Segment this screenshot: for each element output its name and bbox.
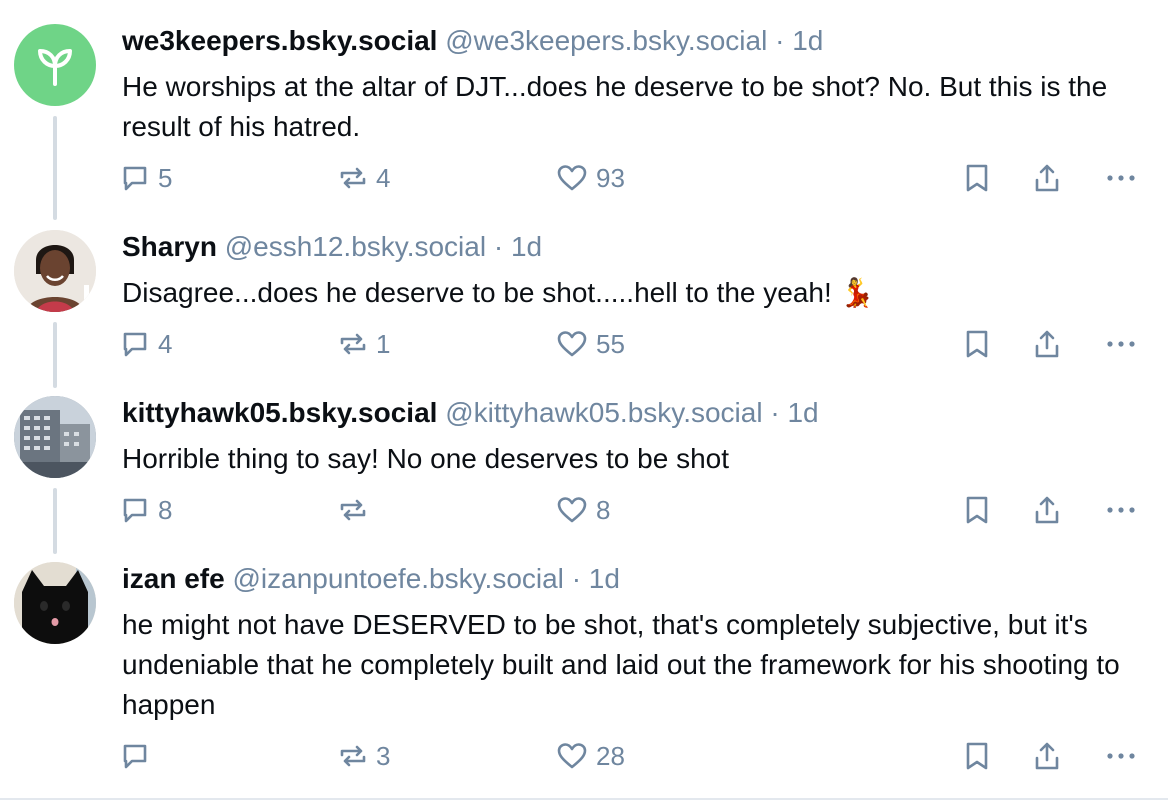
post-header: Sharyn @essh12.bsky.social · 1d: [122, 230, 542, 264]
more-options-icon: [1107, 175, 1135, 181]
share-button[interactable]: [1032, 492, 1062, 528]
repost-count: 3: [376, 740, 391, 771]
post-actions: 5 4 93: [0, 160, 1168, 196]
building-photo: [14, 396, 96, 478]
share-icon: [1035, 742, 1059, 770]
avatar[interactable]: [14, 230, 96, 312]
reply-button[interactable]: [120, 738, 158, 774]
reply-count: 5: [158, 162, 173, 193]
more-options-icon: [1107, 507, 1135, 513]
bookmark-icon: [966, 496, 988, 524]
more-options-button[interactable]: [1104, 738, 1138, 774]
black-cat-photo: [14, 562, 96, 644]
reply-count: 8: [158, 494, 173, 525]
post-actions: 8 8: [0, 492, 1168, 528]
heart-icon: [557, 497, 587, 523]
share-icon: [1035, 496, 1059, 524]
like-button[interactable]: 55: [556, 326, 625, 362]
reply-icon: [123, 166, 147, 191]
like-button[interactable]: 8: [556, 492, 610, 528]
divider: [0, 798, 1168, 800]
display-name[interactable]: Sharyn: [122, 231, 217, 262]
separator: ·: [493, 231, 504, 262]
heart-icon: [557, 165, 587, 191]
repost-count: 4: [376, 162, 391, 193]
heart-icon: [557, 331, 587, 357]
share-button[interactable]: [1032, 326, 1062, 362]
more-options-button[interactable]: [1104, 326, 1138, 362]
reply-button[interactable]: 8: [120, 492, 172, 528]
timestamp[interactable]: 1d: [792, 25, 823, 56]
bookmark-icon: [966, 330, 988, 358]
post-text: He worships at the altar of DJT...does h…: [122, 71, 1108, 142]
timestamp[interactable]: 1d: [787, 397, 818, 428]
handle[interactable]: @we3keepers.bsky.social: [445, 25, 767, 56]
repost-button[interactable]: 4: [338, 160, 390, 196]
bookmark-button[interactable]: [962, 160, 992, 196]
like-count: 8: [596, 494, 611, 525]
post-header: we3keepers.bsky.social @we3keepers.bsky.…: [122, 24, 823, 58]
handle[interactable]: @izanpuntoefe.bsky.social: [232, 563, 563, 594]
repost-button[interactable]: 1: [338, 326, 390, 362]
timestamp[interactable]: 1d: [589, 563, 620, 594]
repost-icon: [340, 499, 366, 521]
like-count: 93: [596, 162, 625, 193]
repost-count: 1: [376, 328, 391, 359]
post-header: kittyhawk05.bsky.social @kittyhawk05.bsk…: [122, 396, 819, 430]
bookmark-button[interactable]: [962, 492, 992, 528]
avatar[interactable]: [14, 562, 96, 644]
post-text: Disagree...does he deserve to be shot...…: [122, 277, 875, 308]
bookmark-button[interactable]: [962, 738, 992, 774]
repost-icon: [340, 167, 366, 189]
share-icon: [1035, 330, 1059, 358]
display-name[interactable]: izan efe: [122, 563, 225, 594]
bookmark-icon: [966, 742, 988, 770]
repost-button[interactable]: [338, 492, 376, 528]
handle[interactable]: @essh12.bsky.social: [225, 231, 486, 262]
post-actions: 3 28: [0, 738, 1168, 774]
handle[interactable]: @kittyhawk05.bsky.social: [445, 397, 762, 428]
post-text: Horrible thing to say! No one deserves t…: [122, 443, 730, 474]
like-button[interactable]: 28: [556, 738, 625, 774]
reply-button[interactable]: 4: [120, 326, 172, 362]
more-options-button[interactable]: [1104, 492, 1138, 528]
post-header: izan efe @izanpuntoefe.bsky.social · 1d: [122, 562, 620, 596]
share-button[interactable]: [1032, 738, 1062, 774]
separator: ·: [770, 397, 780, 428]
reply-icon: [123, 498, 147, 523]
timestamp[interactable]: 1d: [511, 231, 542, 262]
share-button[interactable]: [1032, 160, 1062, 196]
separator: ·: [775, 25, 785, 56]
post-text: he might not have DESERVED to be shot, t…: [122, 609, 1120, 720]
person-photo: [14, 230, 96, 312]
bookmark-icon: [966, 164, 988, 192]
repost-icon: [340, 745, 366, 767]
like-button[interactable]: 93: [556, 160, 625, 196]
display-name[interactable]: we3keepers.bsky.social: [122, 25, 437, 56]
reply-button[interactable]: 5: [120, 160, 172, 196]
repost-button[interactable]: 3: [338, 738, 390, 774]
separator: ·: [571, 563, 582, 594]
bookmark-button[interactable]: [962, 326, 992, 362]
reply-icon: [123, 744, 147, 769]
like-count: 55: [596, 328, 625, 359]
repost-icon: [340, 333, 366, 355]
heart-icon: [557, 743, 587, 769]
more-options-button[interactable]: [1104, 160, 1138, 196]
reply-icon: [123, 332, 147, 357]
reply-count: 4: [158, 328, 173, 359]
display-name[interactable]: kittyhawk05.bsky.social: [122, 397, 437, 428]
post-actions: 4 1 55: [0, 326, 1168, 362]
more-options-icon: [1107, 341, 1135, 347]
more-options-icon: [1107, 753, 1135, 759]
avatar[interactable]: [14, 396, 96, 478]
like-count: 28: [596, 740, 625, 771]
post-thread: we3keepers.bsky.social @we3keepers.bsky.…: [0, 0, 1168, 812]
share-icon: [1035, 164, 1059, 192]
avatar[interactable]: [14, 24, 96, 106]
sprout-icon: [38, 49, 72, 86]
